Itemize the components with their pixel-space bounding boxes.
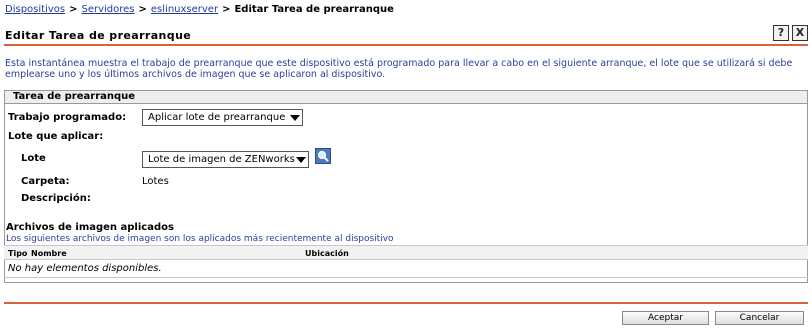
column-header-location[interactable]: Ubicación (305, 249, 349, 258)
breadcrumb-separator-icon: > (222, 4, 231, 15)
footer-divider (4, 302, 808, 304)
breadcrumb-separator-icon: > (69, 4, 78, 15)
images-table: Tipo Nombre Ubicación No hay elementos d… (4, 245, 808, 278)
scheduled-job-value: Aplicar lote de prearranque (148, 112, 286, 123)
page-title: Editar Tarea de prearranque (5, 29, 192, 42)
breadcrumb-link-servers[interactable]: Servidores (81, 4, 134, 15)
cancel-button[interactable]: Cancelar (715, 311, 804, 325)
bundle-value: Lote de imagen de ZENworks (148, 154, 295, 165)
description-label: Descripción: (21, 193, 91, 204)
bundle-section-label: Lote que aplicar: (8, 131, 104, 142)
bundle-label: Lote (21, 153, 46, 164)
folder-label: Carpeta: (21, 176, 70, 187)
breadcrumb-current: Editar Tarea de prearranque (234, 4, 394, 15)
title-divider (4, 44, 808, 46)
close-icon[interactable]: X (792, 25, 808, 41)
title-actions: ? X (773, 25, 808, 41)
images-section-title: Archivos de imagen aplicados (6, 222, 174, 233)
table-header: Tipo Nombre Ubicación (4, 245, 808, 260)
bundle-select[interactable]: Lote de imagen de ZENworks (142, 151, 309, 168)
table-empty-message: No hay elementos disponibles. (4, 260, 808, 278)
column-header-type[interactable]: Tipo (8, 249, 27, 258)
breadcrumb-link-devices[interactable]: Dispositivos (5, 4, 65, 15)
chevron-down-icon (287, 110, 302, 125)
accept-button[interactable]: Aceptar (622, 311, 709, 325)
help-icon[interactable]: ? (773, 25, 789, 41)
intro-text: Esta instantánea muestra el trabajo de p… (5, 58, 793, 80)
images-section-subtitle: Los siguientes archivos de imagen son lo… (6, 234, 394, 244)
scheduled-job-select[interactable]: Aplicar lote de prearranque (142, 109, 303, 126)
search-icon (317, 150, 329, 162)
folder-value: Lotes (142, 176, 169, 187)
breadcrumb: Dispositivos > Servidores > eslinuxserver > Ed… (5, 4, 394, 15)
search-button[interactable] (315, 148, 331, 164)
breadcrumb-link-server[interactable]: eslinuxserver (151, 4, 218, 15)
scheduled-job-label: Trabajo programado: (8, 112, 127, 123)
column-header-name[interactable]: Nombre (31, 249, 67, 258)
panel-header: Tarea de prearranque (5, 91, 807, 104)
breadcrumb-separator-icon: > (138, 4, 147, 15)
chevron-down-icon (295, 152, 308, 167)
